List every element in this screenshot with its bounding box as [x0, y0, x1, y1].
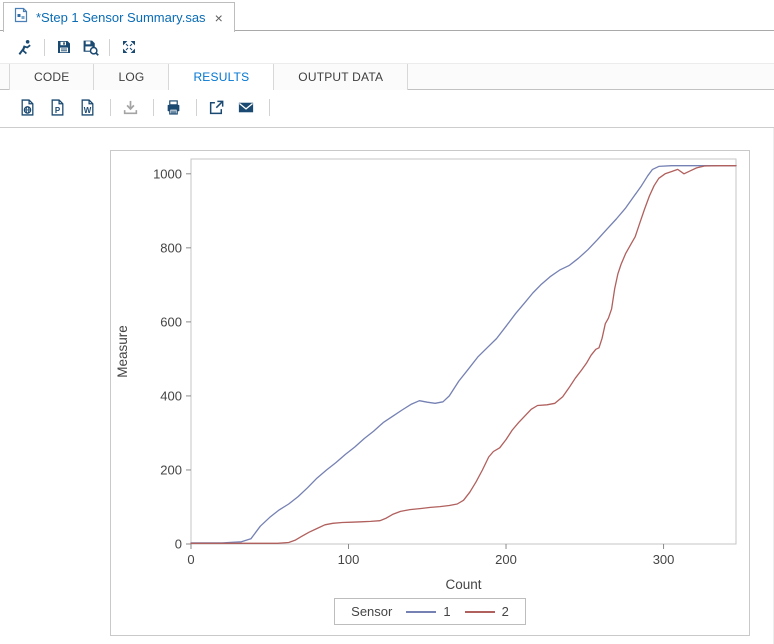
- svg-text:0: 0: [187, 552, 194, 567]
- svg-text:W: W: [83, 106, 91, 115]
- maximize-icon: [121, 39, 137, 55]
- chart-legend: Sensor 1 2: [334, 598, 526, 625]
- toolbar-separator: [109, 39, 110, 56]
- download-rtf-button[interactable]: W: [74, 96, 100, 120]
- toolbar-separator: [44, 39, 45, 56]
- chart-panel: 010020030002004006008001000CountMeasure …: [110, 150, 750, 636]
- download-html-icon: [19, 99, 36, 116]
- editor-tab-bar: *Step 1 Sensor Summary.sas ×: [0, 0, 774, 31]
- svg-text:P: P: [54, 106, 60, 115]
- open-in-new-tab-icon: [208, 99, 225, 116]
- svg-text:600: 600: [160, 314, 182, 329]
- tab-results[interactable]: RESULTS: [169, 64, 274, 90]
- legend-title: Sensor: [351, 604, 392, 619]
- tab-output-data[interactable]: OUTPUT DATA: [274, 64, 408, 90]
- tab-close-icon[interactable]: ×: [213, 11, 225, 25]
- toolbar-separator: [269, 99, 270, 116]
- email-button[interactable]: [233, 96, 259, 120]
- download-html-button[interactable]: [14, 96, 40, 120]
- email-icon: [237, 99, 255, 116]
- save-as-button[interactable]: [77, 35, 103, 59]
- tab-log[interactable]: LOG: [94, 64, 169, 90]
- legend-entry-series-2: 2: [465, 604, 509, 619]
- svg-text:Measure: Measure: [115, 325, 130, 378]
- save-as-icon: [82, 39, 99, 56]
- save-icon: [56, 39, 72, 55]
- svg-text:300: 300: [653, 552, 675, 567]
- svg-text:200: 200: [495, 552, 517, 567]
- toolbar-separator: [153, 99, 154, 116]
- open-in-new-tab-button[interactable]: [203, 96, 229, 120]
- svg-text:1000: 1000: [153, 166, 182, 181]
- legend-entry-series-1: 1: [406, 604, 450, 619]
- svg-text:Count: Count: [445, 577, 481, 592]
- series-2-label: 2: [502, 604, 509, 619]
- toolbar-separator: [110, 99, 111, 116]
- sas-studio-window: *Step 1 Sensor Summary.sas ×: [0, 0, 774, 644]
- run-icon: [17, 39, 34, 56]
- print-button[interactable]: [160, 96, 186, 120]
- svg-text:100: 100: [338, 552, 360, 567]
- download-button: [117, 96, 143, 120]
- chart-svg: 0 100 200 300 0 200 400 600 800 1000 Count Measure: [111, 151, 749, 596]
- download-rtf-icon: W: [79, 99, 96, 116]
- run-button[interactable]: [12, 35, 38, 59]
- svg-text:200: 200: [160, 462, 182, 477]
- download-pdf-icon: P: [49, 99, 66, 116]
- svg-text:0: 0: [175, 537, 182, 552]
- view-tabs: CODE LOG RESULTS OUTPUT DATA: [0, 63, 774, 90]
- chart-legend-row: Sensor 1 2: [111, 598, 749, 625]
- main-toolbar: [0, 32, 774, 62]
- download-pdf-button[interactable]: P: [44, 96, 70, 120]
- series-1-line-swatch: [406, 611, 436, 613]
- svg-text:800: 800: [160, 240, 182, 255]
- series-1-label: 1: [443, 604, 450, 619]
- toolbar-separator: [196, 99, 197, 116]
- sas-program-file-icon: [13, 7, 29, 28]
- tab-code[interactable]: CODE: [9, 64, 94, 90]
- results-toolbar: P W: [0, 91, 774, 124]
- print-icon: [165, 99, 182, 116]
- save-button[interactable]: [51, 35, 77, 59]
- results-content: 010020030002004006008001000CountMeasure …: [0, 128, 774, 644]
- tab-title: *Step 1 Sensor Summary.sas: [36, 10, 206, 25]
- editor-tab[interactable]: *Step 1 Sensor Summary.sas ×: [3, 2, 235, 32]
- maximize-button[interactable]: [116, 35, 142, 59]
- download-icon: [122, 99, 139, 116]
- series-2-line-swatch: [465, 611, 495, 613]
- svg-text:400: 400: [160, 388, 182, 403]
